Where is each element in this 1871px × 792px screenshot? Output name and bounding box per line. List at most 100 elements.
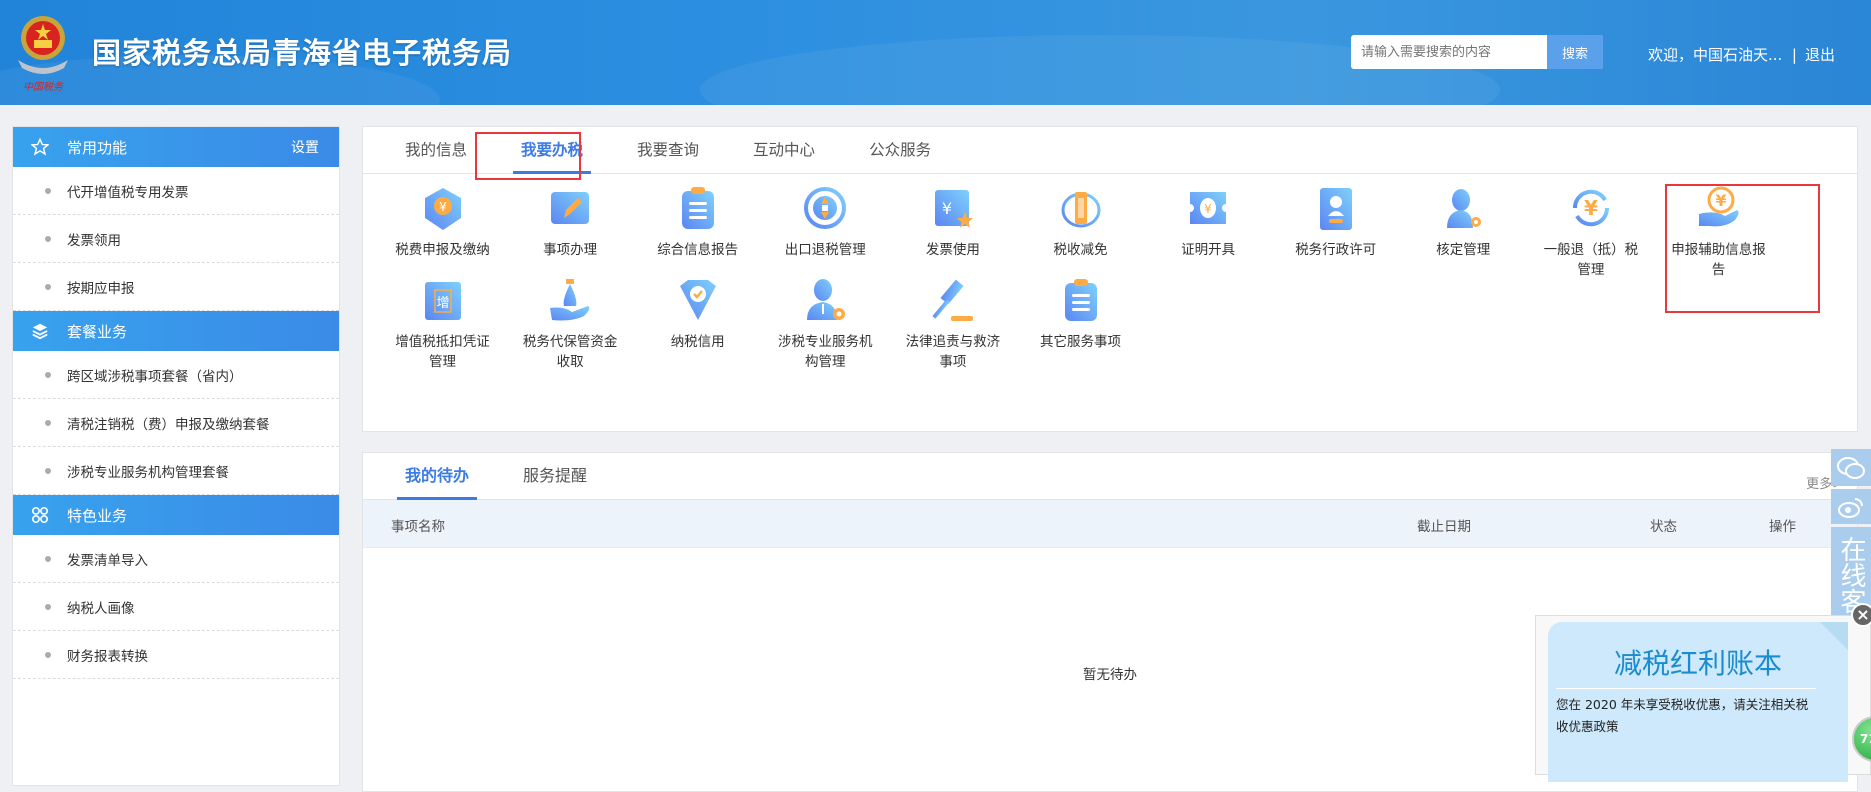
search-input[interactable] [1351,35,1547,69]
bullet-icon [45,187,51,194]
sidebar-section-header[interactable]: 特色业务 [13,495,339,535]
function-label: 税费申报及缴纳 [395,242,490,258]
agent-gear-icon [762,276,889,324]
site-title: 国家税务总局青海省电子税务局 [92,36,513,70]
layers-icon [31,322,67,340]
tax-emblem-icon [1017,184,1144,232]
certificate-icon: ¥ [1145,184,1272,232]
function-item[interactable]: 其它服务事项 [1017,276,1144,352]
col-action: 操作 [1769,519,1796,535]
popup-title: 减税红利账本 [1614,647,1783,680]
function-item[interactable]: ¥ 发票使用 [889,184,1016,260]
function-label: 事项办理 [543,242,598,258]
welcome-text[interactable]: 欢迎，中国石油天... [1648,46,1782,64]
function-panel: 我的信息 我要办税 我要查询 互动中心 公众服务 ¥ 税费申报及缴纳 事项办理 综合信息报告 出… [362,126,1858,432]
svg-text:增: 增 [436,296,449,311]
sidebar-item[interactable]: 跨区域涉税事项套餐（省内） [13,351,339,399]
bullet-icon [45,283,51,290]
money-bag-hand-icon [507,276,634,324]
col-name: 事项名称 [391,519,445,535]
weibo-icon [1838,497,1863,518]
function-label: 纳税信用 [670,334,725,350]
sidebar-item[interactable]: 涉税专业服务机构管理套餐 [13,447,339,495]
separator: | [1791,46,1797,64]
sidebar-item[interactable]: 发票清单导入 [13,535,339,583]
logout-link[interactable]: 退出 [1805,44,1835,65]
col-status: 状态 [1650,519,1677,535]
bullet-icon [45,419,51,426]
sidebar-item-label: 清税注销税（费）申报及缴纳套餐 [67,416,270,433]
function-label: 税收减免 [1053,242,1108,258]
todo-tab[interactable]: 服务提醒 [503,453,607,499]
sidebar-item[interactable]: 发票领用 [13,215,339,263]
svg-text:¥: ¥ [439,200,447,214]
bullet-icon [45,235,51,242]
function-item[interactable]: 事项办理 [507,184,634,260]
function-item[interactable]: 税收减免 [1017,184,1144,260]
sidebar-item[interactable]: 代开增值税专用发票 [13,167,339,215]
col-deadline: 截止日期 [1417,519,1471,535]
function-item[interactable]: 出口退税管理 [762,184,889,260]
function-item[interactable]: 增增值税抵扣凭证管理 [379,276,506,372]
section-title: 套餐业务 [67,322,128,341]
sidebar-item-label: 发票领用 [67,232,121,249]
sidebar-section-header[interactable]: 套餐业务 [13,311,339,351]
sidebar: 常用功能 设置 代开增值税专用发票发票领用按期应申报套餐业务跨区域涉税事项套餐（省内… [12,126,340,786]
function-label: 增值税抵扣凭证管理 [395,334,490,370]
globe-icon [762,184,889,232]
function-item[interactable]: ¥ 证明开具 [1145,184,1272,260]
function-item[interactable]: 核定管理 [1400,184,1527,260]
welcome-user[interactable]: 欢迎，中国石油天... | [1648,44,1797,65]
tax-emblem-logo: 中国税务 [18,16,68,93]
weibo-button[interactable] [1831,489,1871,524]
function-label: 出口退税管理 [784,242,866,258]
sidebar-item[interactable]: 清税注销税（费）申报及缴纳套餐 [13,399,339,447]
site-header: 中国税务 国家税务总局青海省电子税务局 搜索 欢迎，中国石油天... | 退出 [0,0,1871,105]
bullet-icon [45,467,51,474]
highlight-box-function [1665,184,1820,313]
svg-text:中国税务: 中国税务 [23,81,64,93]
function-label: 税务代保管资金收取 [522,334,618,370]
function-item[interactable]: ¥ 税费申报及缴纳 [379,184,506,260]
bullet-icon [45,371,51,378]
todo-table-header: 事项名称 截止日期 状态 操作 [363,500,1857,548]
sidebar-item[interactable]: 纳税人画像 [13,583,339,631]
wechat-button[interactable] [1831,449,1871,486]
sidebar-item-label: 发票清单导入 [67,552,148,569]
todo-tabs: 我的待办 服务提醒 [363,453,1857,500]
main-tab[interactable]: 我要查询 [617,127,719,173]
function-item[interactable]: 综合信息报告 [634,184,761,260]
svg-text:¥: ¥ [942,199,952,218]
stamp-icon [1272,184,1399,232]
user-gear-icon [1400,184,1527,232]
settings-link[interactable]: 设置 [291,137,319,157]
sidebar-item-label: 纳税人画像 [67,600,135,617]
main-tab[interactable]: 我的信息 [385,127,487,173]
credit-shield-icon [634,276,761,324]
function-item[interactable]: 涉税专业服务机构管理 [762,276,889,372]
main-tab[interactable]: 公众服务 [849,127,951,173]
function-item[interactable]: 税务代保管资金收取 [507,276,634,372]
function-label: 核定管理 [1436,242,1491,258]
main-tab[interactable]: 互动中心 [733,127,835,173]
main-tabs: 我的信息 我要办税 我要查询 互动中心 公众服务 [363,127,1857,174]
close-icon[interactable]: × [1851,603,1871,627]
function-item[interactable]: 税务行政许可 [1272,184,1399,260]
function-item[interactable]: ¥ 一般退（抵）税管理 [1527,184,1654,280]
sidebar-item[interactable]: 财务报表转换 [13,631,339,679]
popup-text: 您在 2020 年未享受税收优惠，请关注相关税收优惠政策 [1556,697,1809,734]
sidebar-item[interactable]: 按期应申报 [13,263,339,311]
section-title: 特色业务 [67,506,128,525]
sidebar-item-label: 涉税专业服务机构管理套餐 [67,464,229,481]
function-item[interactable]: 纳税信用 [634,276,761,352]
clipboard-icon [634,184,761,232]
search-button[interactable]: 搜索 [1547,35,1603,69]
function-label: 法律追责与救济事项 [905,334,1001,370]
tax-benefit-card[interactable]: 减税红利账本 您在 2020 年未享受税收优惠，请关注相关税收优惠政策 [1548,622,1848,782]
todo-tab[interactable]: 我的待办 [385,453,489,500]
bullet-icon [45,555,51,562]
function-label: 发票使用 [925,242,980,258]
sidebar-section-header[interactable]: 常用功能 设置 [13,127,339,167]
wechat-icon [1837,456,1865,479]
function-item[interactable]: 法律追责与救济事项 [889,276,1016,372]
